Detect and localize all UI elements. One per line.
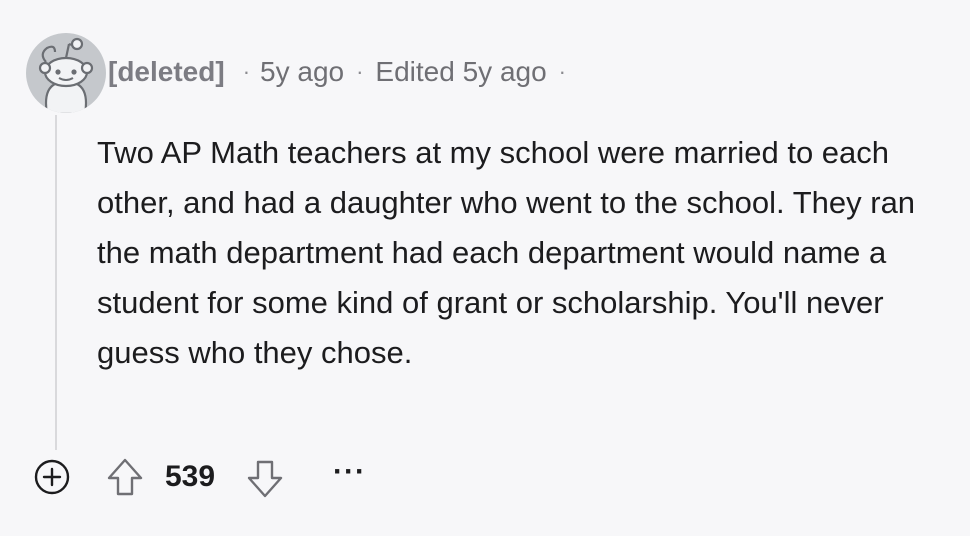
author-name[interactable]: [deleted] xyxy=(108,56,225,88)
meta-separator: · xyxy=(242,59,251,84)
comment-body: Two AP Math teachers at my school were m… xyxy=(97,135,916,370)
meta-separator: · xyxy=(356,59,364,84)
snoo-avatar-icon[interactable] xyxy=(25,32,107,114)
plus-circle-icon[interactable] xyxy=(33,458,71,496)
meta-separator: · xyxy=(558,59,566,84)
comment-header: [deleted] · 5y ago · Edited 5y ago · xyxy=(108,52,566,92)
comment-timestamp[interactable]: 5y ago xyxy=(260,56,344,88)
comment-actions: 539 ··· xyxy=(33,452,453,500)
edited-label: Edited 5y ago xyxy=(375,56,547,87)
ellipsis-icon[interactable]: ··· xyxy=(333,452,366,492)
vote-score: 539 xyxy=(165,460,216,493)
upvote-arrow-icon[interactable] xyxy=(105,456,145,498)
thread-line[interactable] xyxy=(55,115,57,450)
downvote-arrow-icon[interactable] xyxy=(245,458,285,500)
